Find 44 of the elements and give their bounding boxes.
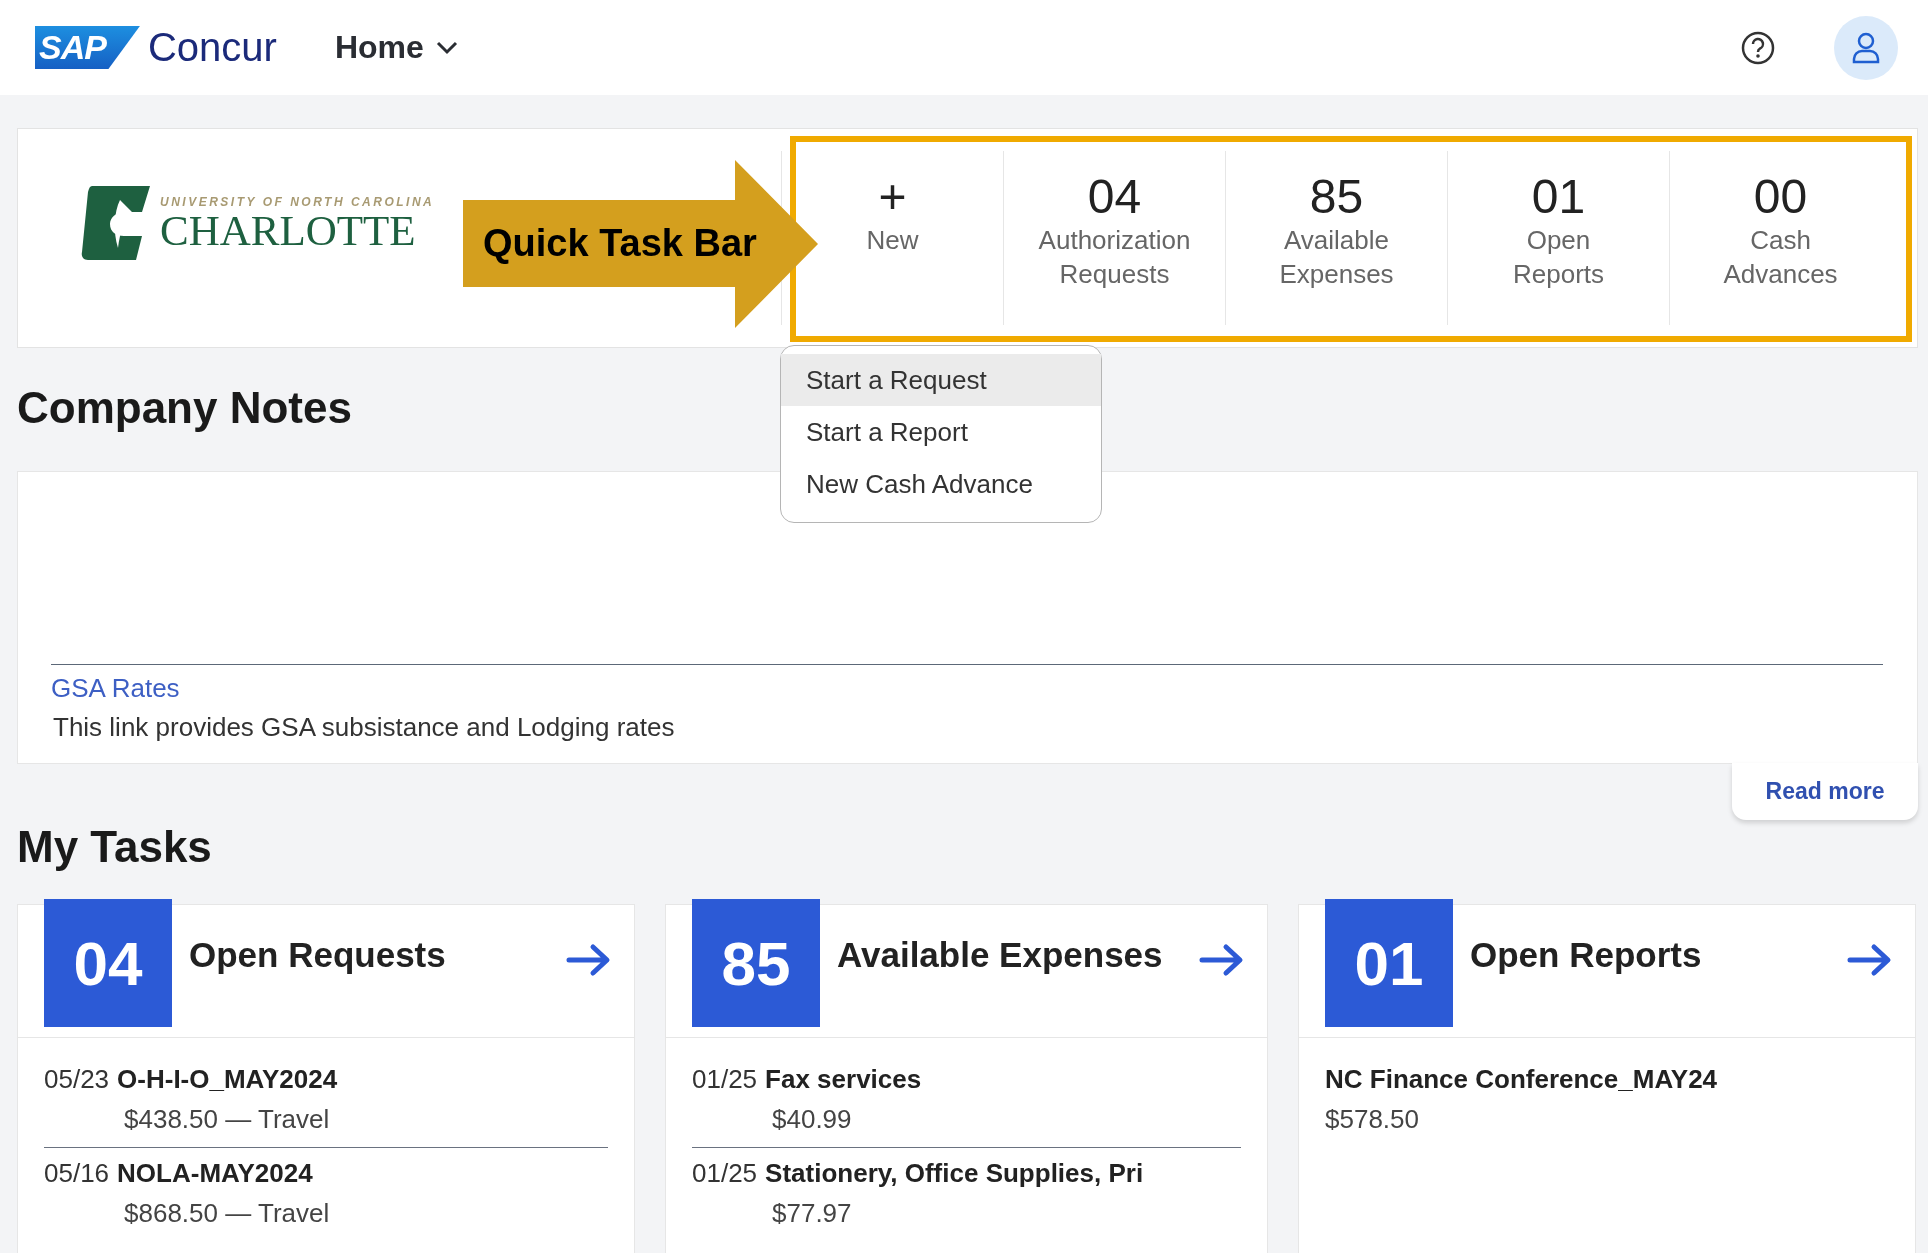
arrow-right-icon[interactable] <box>566 943 612 977</box>
arrow-right-icon[interactable] <box>1199 943 1245 977</box>
help-icon[interactable] <box>1740 29 1776 66</box>
quick-task-tile[interactable]: 04 Authorization Requests <box>1003 151 1225 325</box>
item-amount: $77.97 <box>772 1198 853 1229</box>
gsa-rates-link[interactable]: GSA Rates <box>51 673 180 703</box>
logo-tagline: UNIVERSITY OF NORTH CAROLINA <box>160 194 435 209</box>
item-date: 05/23 <box>44 1064 110 1095</box>
user-icon <box>1851 31 1881 64</box>
sap-logo: SAP <box>35 26 140 69</box>
item-amount: $438.50 — Travel <box>124 1104 331 1135</box>
item-amount: $868.50 — Travel <box>124 1198 331 1229</box>
logo-wordmark: CHARLOTTE <box>160 208 417 252</box>
item-name[interactable]: NC Finance Conference_MAY24 <box>1325 1064 1718 1095</box>
callout-label: Quick Task Bar <box>483 222 757 265</box>
section-heading: My Tasks <box>17 822 212 872</box>
read-more-button[interactable]: Read more <box>1732 763 1918 820</box>
task-card-title: Available Expenses <box>837 935 1164 975</box>
item-date: 01/25 <box>692 1158 758 1189</box>
item-name[interactable]: NOLA-MAY2024 <box>117 1158 313 1189</box>
menu-item[interactable]: Start a Request <box>781 354 1101 406</box>
item-name[interactable]: O-H-I-O_MAY2024 <box>117 1064 338 1095</box>
quick-task-tile[interactable]: 01 Open Reports <box>1447 151 1669 325</box>
note-description: This link provides GSA subsistance and Lodging rates <box>53 712 676 743</box>
menu-item[interactable]: Start a Report <box>781 406 1101 458</box>
arrow-right-icon[interactable] <box>1847 943 1893 977</box>
item-date: 01/25 <box>692 1064 758 1095</box>
count-badge: 01 <box>1325 899 1453 1027</box>
quick-task-tile[interactable]: 85 Available Expenses <box>1225 151 1447 325</box>
count-badge: 04 <box>44 899 172 1027</box>
item-name[interactable]: Fax services <box>765 1064 922 1095</box>
count-badge: 85 <box>692 899 820 1027</box>
home-nav-menu[interactable]: Home <box>334 29 458 66</box>
chevron-down-icon <box>435 40 458 55</box>
item-amount: $40.99 <box>772 1104 853 1135</box>
item-name[interactable]: Stationery, Office Supplies, Pri <box>765 1158 1144 1189</box>
task-card-title: Open Reports <box>1470 935 1703 975</box>
quick-task-tile[interactable]: 00 Cash Advances <box>1669 151 1891 325</box>
brand-name: Concur <box>147 25 277 70</box>
task-card-title: Open Requests <box>189 935 447 975</box>
menu-item[interactable]: New Cash Advance <box>781 458 1101 510</box>
item-amount: $578.50 <box>1325 1104 1420 1135</box>
item-date: 05/16 <box>44 1158 110 1189</box>
section-heading: Company Notes <box>17 383 352 433</box>
